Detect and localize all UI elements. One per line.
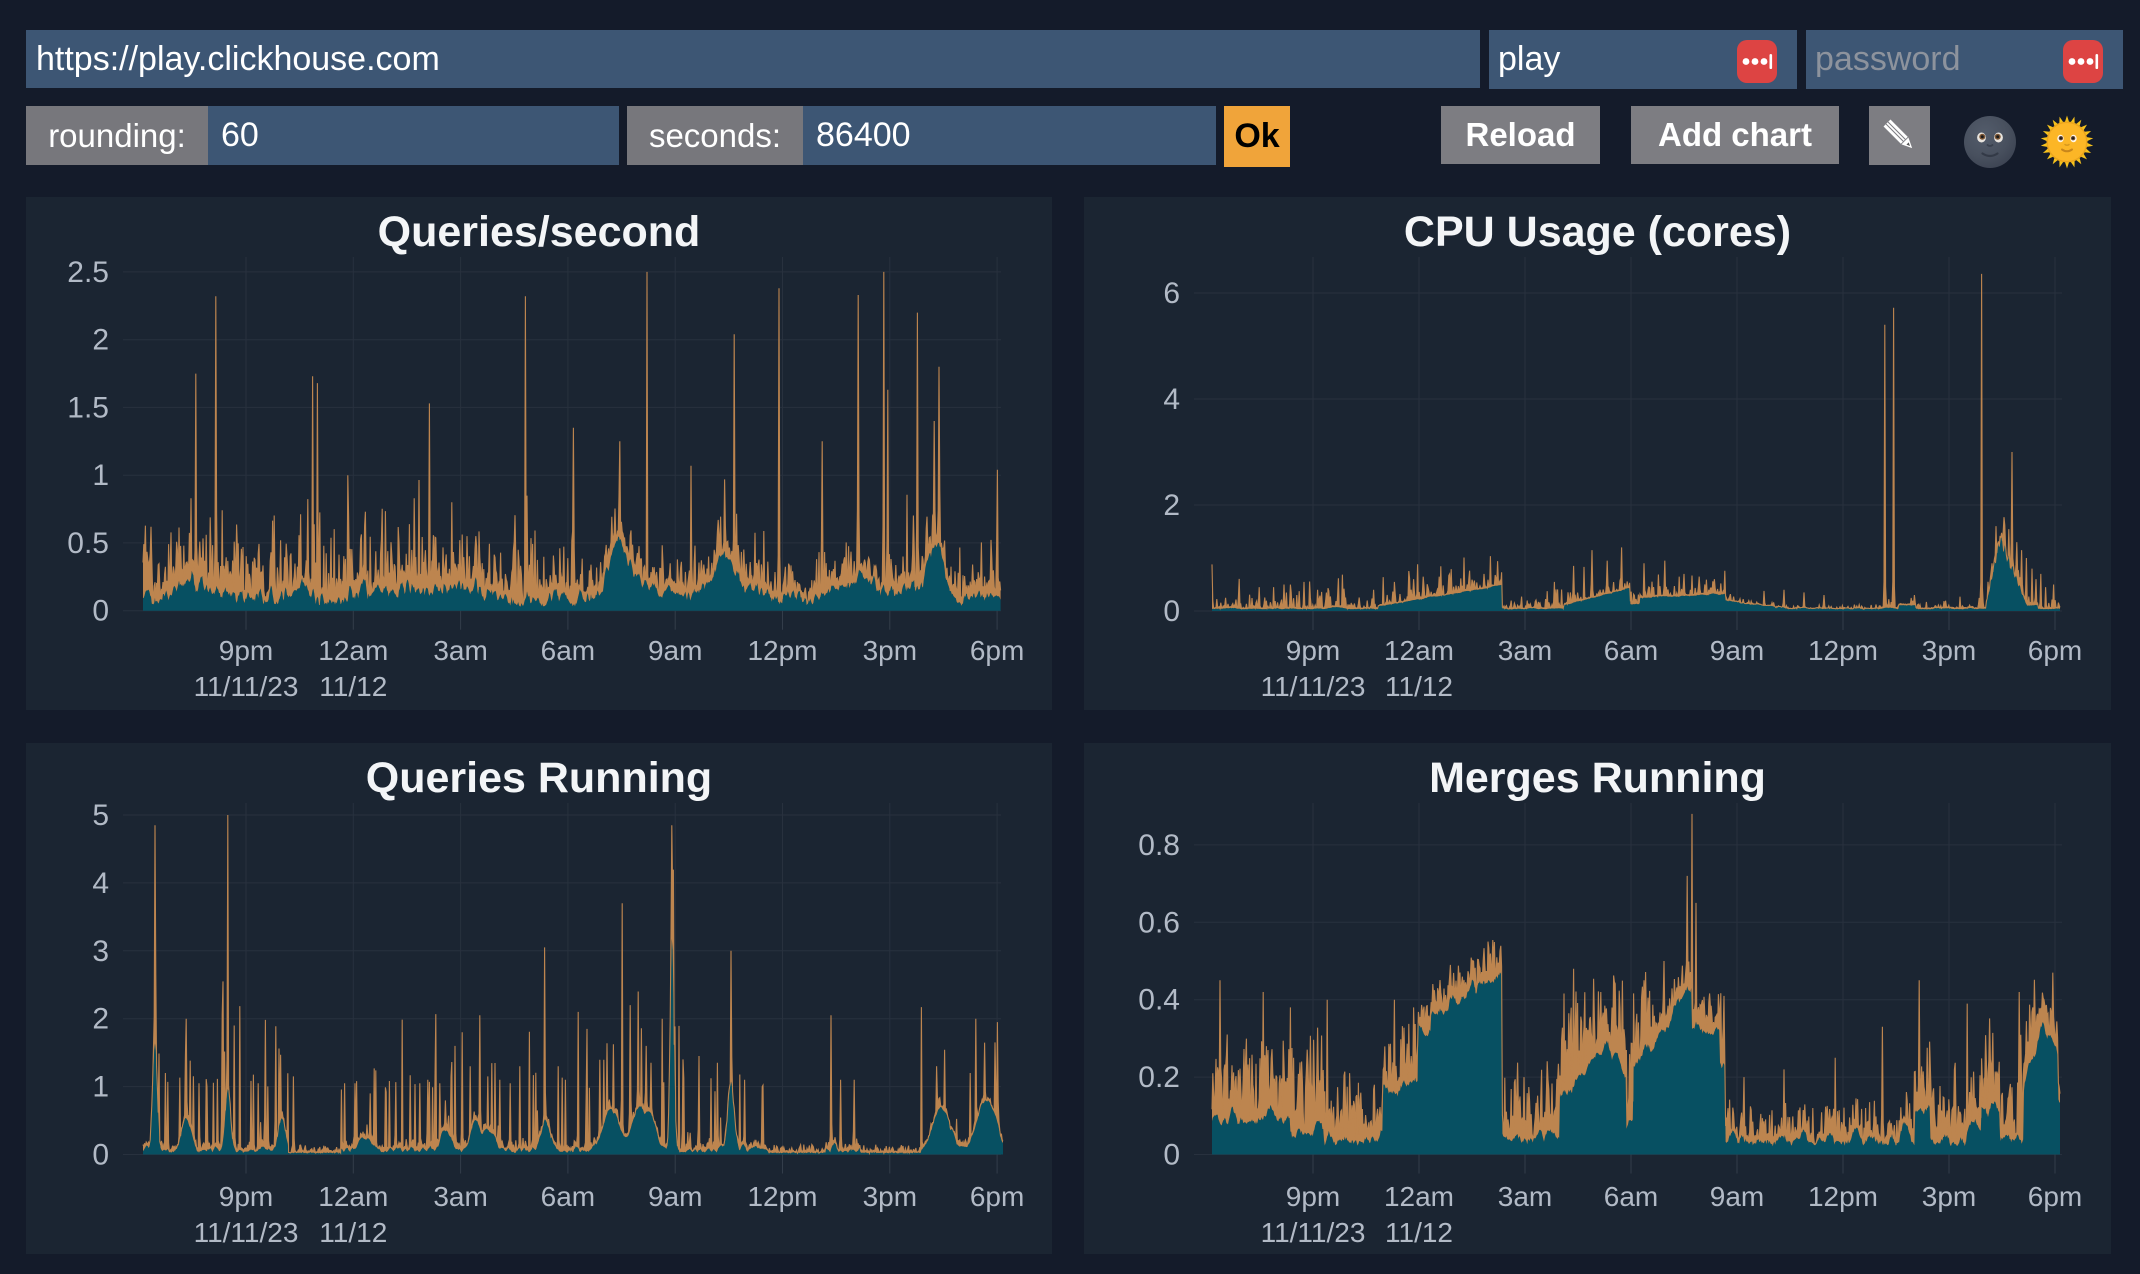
svg-text:3am: 3am	[1498, 1181, 1552, 1212]
svg-text:9am: 9am	[1710, 1181, 1764, 1212]
svg-text:11/11/23: 11/11/23	[1261, 1217, 1366, 1248]
svg-text:9am: 9am	[648, 1181, 702, 1212]
svg-text:1: 1	[92, 1071, 109, 1104]
svg-text:1: 1	[92, 459, 109, 492]
svg-text:6am: 6am	[541, 635, 595, 666]
svg-text:11/12: 11/12	[1385, 671, 1453, 702]
svg-text:6am: 6am	[1604, 1181, 1658, 1212]
svg-text:9pm: 9pm	[1286, 1181, 1340, 1212]
svg-text:9am: 9am	[648, 635, 702, 666]
svg-text:3: 3	[92, 935, 109, 968]
svg-text:12pm: 12pm	[747, 635, 817, 666]
svg-text:3am: 3am	[433, 635, 487, 666]
svg-text:3pm: 3pm	[863, 635, 917, 666]
svg-text:0.4: 0.4	[1138, 984, 1180, 1017]
svg-text:9pm: 9pm	[219, 635, 273, 666]
svg-text:11/11/23: 11/11/23	[1261, 671, 1366, 702]
svg-text:2: 2	[1163, 489, 1180, 522]
svg-text:12pm: 12pm	[1808, 1181, 1878, 1212]
svg-text:11/12: 11/12	[319, 671, 387, 702]
svg-text:6: 6	[1163, 277, 1180, 310]
svg-text:11/11/23: 11/11/23	[194, 671, 299, 702]
svg-text:11/11/23: 11/11/23	[194, 1217, 299, 1248]
svg-text:6pm: 6pm	[970, 1181, 1024, 1212]
svg-text:3am: 3am	[433, 1181, 487, 1212]
svg-text:9pm: 9pm	[219, 1181, 273, 1212]
svg-text:3pm: 3pm	[1922, 635, 1976, 666]
svg-text:12pm: 12pm	[1808, 635, 1878, 666]
svg-text:9pm: 9pm	[1286, 635, 1340, 666]
svg-text:0: 0	[92, 1139, 109, 1172]
svg-text:9am: 9am	[1710, 635, 1764, 666]
svg-text:12am: 12am	[1384, 635, 1454, 666]
svg-text:6am: 6am	[1604, 635, 1658, 666]
svg-text:11/12: 11/12	[319, 1217, 387, 1248]
svg-text:3pm: 3pm	[863, 1181, 917, 1212]
svg-text:5: 5	[92, 799, 109, 832]
svg-text:3am: 3am	[1498, 635, 1552, 666]
svg-text:2.5: 2.5	[67, 256, 109, 289]
svg-text:3pm: 3pm	[1922, 1181, 1976, 1212]
svg-text:4: 4	[92, 867, 109, 900]
svg-text:0.5: 0.5	[67, 527, 109, 560]
svg-text:0.2: 0.2	[1138, 1061, 1180, 1094]
svg-text:6pm: 6pm	[2028, 1181, 2082, 1212]
svg-text:0.8: 0.8	[1138, 829, 1180, 862]
svg-text:11/12: 11/12	[1385, 1217, 1453, 1248]
svg-text:0.6: 0.6	[1138, 906, 1180, 939]
svg-text:12pm: 12pm	[747, 1181, 817, 1212]
svg-text:1.5: 1.5	[67, 391, 109, 424]
svg-text:0: 0	[1163, 1139, 1180, 1172]
svg-text:6pm: 6pm	[970, 635, 1024, 666]
svg-text:0: 0	[1163, 595, 1180, 628]
svg-text:2: 2	[92, 324, 109, 357]
svg-text:6am: 6am	[541, 1181, 595, 1212]
svg-text:12am: 12am	[318, 1181, 388, 1212]
svg-text:4: 4	[1163, 383, 1180, 416]
svg-text:6pm: 6pm	[2028, 635, 2082, 666]
svg-text:0: 0	[92, 595, 109, 628]
svg-text:12am: 12am	[318, 635, 388, 666]
svg-text:2: 2	[92, 1003, 109, 1036]
svg-text:12am: 12am	[1384, 1181, 1454, 1212]
